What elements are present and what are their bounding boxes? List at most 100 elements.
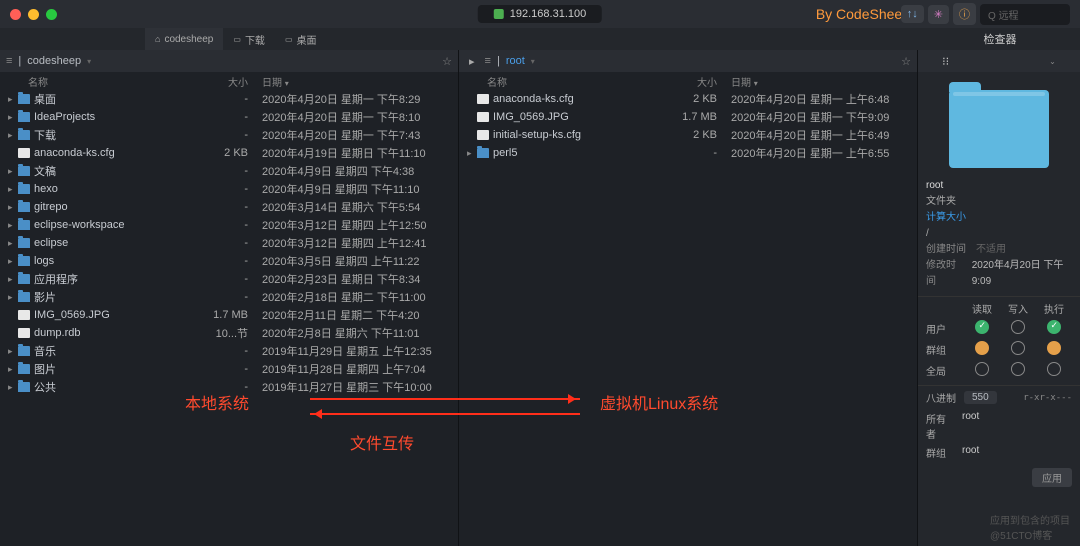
- octal-value[interactable]: 550: [964, 391, 997, 404]
- file-name: gitrepo: [34, 201, 198, 213]
- tab-下载[interactable]: 下载: [223, 28, 275, 50]
- menu-icon[interactable]: ≡: [6, 55, 12, 67]
- perm-toggle[interactable]: [975, 341, 989, 355]
- remote-row[interactable]: ▸perl5-2020年4月20日 星期一 上午6:55: [459, 144, 917, 162]
- perm-toggle[interactable]: [975, 320, 989, 334]
- file-date: 2020年4月20日 星期一 上午6:49: [717, 127, 917, 143]
- disclosure-icon[interactable]: ▸: [8, 364, 18, 375]
- favorite-icon[interactable]: ☆: [901, 55, 911, 68]
- local-file-list[interactable]: ▸桌面-2020年4月20日 星期一 下午8:29▸IdeaProjects-2…: [0, 90, 458, 546]
- col-date[interactable]: 日期 ▾: [248, 74, 458, 89]
- chevron-down-icon[interactable]: ▾: [531, 57, 535, 66]
- disclosure-icon[interactable]: ▸: [8, 220, 18, 231]
- disclosure-icon[interactable]: ▸: [8, 256, 18, 267]
- remote-row[interactable]: initial-setup-ks.cfg2 KB2020年4月20日 星期一 上…: [459, 126, 917, 144]
- tab-桌面[interactable]: 桌面: [275, 28, 327, 50]
- close-icon[interactable]: [10, 9, 21, 20]
- inspector-kind: 文件夹: [926, 194, 1072, 210]
- remote-path-bar[interactable]: ▸ ≡ | root ▾ ☆: [459, 50, 917, 72]
- local-path-bar[interactable]: ≡ | codesheep ▾ ☆: [0, 50, 458, 72]
- disclosure-icon[interactable]: ▸: [8, 292, 18, 303]
- ctime-value: 不适用: [976, 242, 1006, 258]
- local-row[interactable]: ▸eclipse-2020年3月12日 星期四 上午12:41: [0, 234, 458, 252]
- inspector-name: root: [926, 178, 1072, 194]
- apply-button[interactable]: 应用: [1032, 468, 1072, 487]
- file-date: 2020年4月9日 星期四 下午4:38: [248, 163, 458, 179]
- sync-icon[interactable]: ↑↓: [901, 5, 924, 23]
- menu-icon[interactable]: ≡: [485, 55, 491, 67]
- disclosure-icon[interactable]: ▸: [8, 130, 18, 141]
- col-date[interactable]: 日期 ▾: [717, 74, 917, 89]
- disclosure-icon[interactable]: ▸: [8, 382, 18, 393]
- file-name: IMG_0569.JPG: [493, 111, 667, 123]
- minimize-icon[interactable]: [28, 9, 39, 20]
- favorite-icon[interactable]: ☆: [442, 55, 452, 68]
- remote-row[interactable]: IMG_0569.JPG1.7 MB2020年4月20日 星期一 下午9:09: [459, 108, 917, 126]
- local-row[interactable]: IMG_0569.JPG1.7 MB2020年2月11日 星期二 下午4:20: [0, 306, 458, 324]
- calc-size-link[interactable]: 计算大小: [926, 210, 1072, 226]
- perm-toggle[interactable]: [975, 362, 989, 376]
- maximize-icon[interactable]: [46, 9, 57, 20]
- col-name[interactable]: 名称: [487, 74, 667, 89]
- local-row[interactable]: ▸hexo-2020年4月9日 星期四 下午11:10: [0, 180, 458, 198]
- perm-toggle[interactable]: [1011, 341, 1025, 355]
- local-row[interactable]: ▸影片-2020年2月18日 星期二 下午11:00: [0, 288, 458, 306]
- bookmark-icon[interactable]: ▸: [469, 55, 475, 68]
- perm-toggle[interactable]: [1047, 341, 1061, 355]
- disclosure-icon[interactable]: ▸: [8, 238, 18, 249]
- file-size: -: [198, 219, 248, 231]
- disclosure-icon[interactable]: ▸: [8, 274, 18, 285]
- remote-path-name[interactable]: root: [506, 55, 525, 67]
- remote-file-list[interactable]: anaconda-ks.cfg2 KB2020年4月20日 星期一 上午6:48…: [459, 90, 917, 546]
- disclosure-icon[interactable]: ▸: [8, 202, 18, 213]
- col-size[interactable]: 大小: [667, 74, 717, 89]
- action-icon[interactable]: ✳: [928, 5, 949, 24]
- perm-toggle[interactable]: [1047, 320, 1061, 334]
- file-size: 1.7 MB: [667, 111, 717, 123]
- local-row[interactable]: ▸下载-2020年4月20日 星期一 下午7:43: [0, 126, 458, 144]
- inspector-tab[interactable]: 检查器: [920, 28, 1080, 50]
- col-size[interactable]: 大小: [198, 74, 248, 89]
- tab-codesheep[interactable]: codesheep: [145, 28, 223, 50]
- owner-value[interactable]: root: [962, 411, 979, 441]
- file-date: 2020年3月14日 星期六 下午5:54: [248, 199, 458, 215]
- perm-toggle[interactable]: [1011, 320, 1025, 334]
- local-row[interactable]: ▸桌面-2020年4月20日 星期一 下午8:29: [0, 90, 458, 108]
- info-icon[interactable]: ⓘ: [953, 3, 976, 25]
- local-row[interactable]: ▸logs-2020年3月5日 星期四 上午11:22: [0, 252, 458, 270]
- annotation-remote: 虚拟机Linux系统: [600, 390, 718, 414]
- perm-toggle[interactable]: [1011, 362, 1025, 376]
- group-value[interactable]: root: [962, 445, 979, 460]
- disclosure-icon[interactable]: ▸: [8, 166, 18, 177]
- local-path-name[interactable]: codesheep: [27, 55, 81, 67]
- disclosure-icon[interactable]: ▸: [8, 112, 18, 123]
- col-name[interactable]: 名称: [28, 74, 198, 89]
- local-row[interactable]: ▸IdeaProjects-2020年4月20日 星期一 下午8:10: [0, 108, 458, 126]
- disclosure-icon[interactable]: ▸: [8, 346, 18, 357]
- local-row[interactable]: ▸应用程序-2020年2月23日 星期日 下午8:34: [0, 270, 458, 288]
- local-row[interactable]: anaconda-ks.cfg2 KB2020年4月19日 星期日 下午11:1…: [0, 144, 458, 162]
- perm-toggle[interactable]: [1047, 362, 1061, 376]
- arrow-left-icon: [310, 413, 580, 415]
- local-row[interactable]: ▸gitrepo-2020年3月14日 星期六 下午5:54: [0, 198, 458, 216]
- folder-icon: [18, 382, 30, 392]
- local-row[interactable]: dump.rdb10...节2020年2月8日 星期六 下午11:01: [0, 324, 458, 342]
- host-indicator[interactable]: 192.168.31.100: [478, 5, 602, 23]
- file-icon: [477, 112, 489, 122]
- file-name: 音乐: [34, 343, 198, 359]
- file-name: 图片: [34, 361, 198, 377]
- local-row[interactable]: ▸文稿-2020年4月9日 星期四 下午4:38: [0, 162, 458, 180]
- chevron-down-icon[interactable]: ▾: [87, 57, 91, 66]
- disclosure-icon[interactable]: ▸: [467, 148, 477, 159]
- disclosure-icon[interactable]: ▸: [8, 184, 18, 195]
- local-row[interactable]: ▸音乐-2019年11月29日 星期五 上午12:35: [0, 342, 458, 360]
- local-row[interactable]: ▸图片-2019年11月28日 星期四 上午7:04: [0, 360, 458, 378]
- remote-row[interactable]: anaconda-ks.cfg2 KB2020年4月20日 星期一 上午6:48: [459, 90, 917, 108]
- perm-label: 全局: [926, 363, 964, 378]
- disclosure-icon[interactable]: ▸: [8, 94, 18, 105]
- search-input[interactable]: Q 远程: [980, 4, 1070, 25]
- local-row[interactable]: ▸eclipse-workspace-2020年3月12日 星期四 上午12:5…: [0, 216, 458, 234]
- folder-icon: [18, 166, 30, 176]
- inspector-header[interactable]: ⁝⁝ ⌄: [918, 50, 1080, 72]
- group-label: 群组: [926, 445, 954, 460]
